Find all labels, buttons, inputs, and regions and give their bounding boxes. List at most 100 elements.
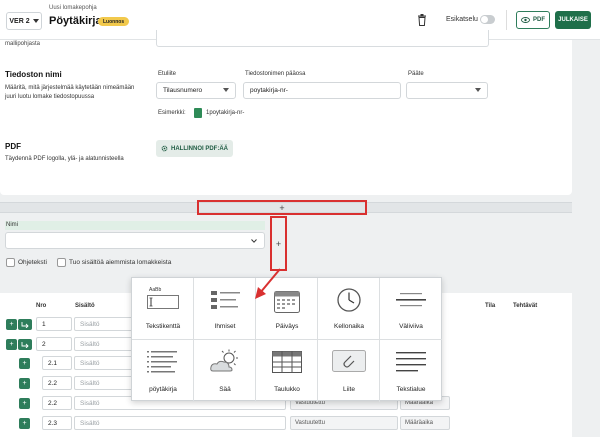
chevron-down-icon [32, 19, 39, 23]
field-type-text-field[interactable]: AaBb Tekstikenttä [132, 278, 194, 340]
field-type-label: Liite [343, 386, 355, 393]
field-type-label: Tekstikenttä [145, 323, 181, 330]
add-row-button[interactable]: + [19, 378, 30, 389]
field-type-label: Tekstialue [396, 386, 426, 393]
import-content-label: Tuo sisältöä aiemmista lomakkeista [69, 259, 172, 266]
chevron-down-icon [475, 88, 481, 92]
table-icon [272, 351, 302, 373]
field-type-minutes[interactable]: pöytäkirja [132, 340, 194, 402]
settings-card [0, 40, 572, 195]
prefix-label: Etuliite [158, 71, 177, 77]
main-part-label: Tiedostonimen pääosa [245, 71, 306, 77]
table-row-nro[interactable]: 1 [36, 317, 72, 331]
main-part-input[interactable]: poytakirja-nr- [243, 82, 401, 99]
table-row-responsible[interactable]: Vastuutettu [290, 416, 398, 430]
text-field-icon [147, 295, 179, 309]
table-row-nro[interactable]: 2 [36, 337, 72, 351]
preview-toggle[interactable] [480, 15, 495, 24]
file-icon [194, 108, 202, 118]
main-part-value: poytakirja-nr- [250, 87, 288, 94]
column-header-tasks: Tehtävät [513, 303, 538, 309]
indent-row-button[interactable] [18, 339, 32, 350]
manage-pdf-button[interactable]: HALLINNOI PDF:ÄÄ [156, 140, 233, 157]
field-type-label: Kellonaika [334, 323, 364, 330]
version-label: VER 2 [9, 17, 30, 25]
field-type-people[interactable]: Ihmiset [194, 278, 256, 340]
table-row-content[interactable]: Sisältö [74, 416, 286, 430]
filename-section-description: Määritä, mitä järjestelmää käytetään nim… [5, 85, 135, 100]
help-text-checkbox[interactable] [6, 258, 15, 267]
table-row-nro[interactable]: 2.1 [42, 356, 72, 370]
table-row-nro[interactable]: 2.2 [42, 376, 72, 390]
table-row-nro[interactable]: 2.3 [42, 416, 72, 430]
trash-icon[interactable] [417, 14, 427, 26]
add-field-button[interactable]: + [270, 216, 287, 271]
add-row-button[interactable]: + [19, 398, 30, 409]
field-type-text-area[interactable]: Tekstialue [380, 340, 442, 402]
people-icon [211, 291, 240, 309]
status-badge: Luonnos [98, 17, 130, 26]
arrow-icon [255, 268, 281, 299]
field-type-label: Ihmiset [214, 323, 236, 330]
field-type-divider[interactable]: Väliviiva [380, 278, 442, 340]
indent-arrow-icon [21, 341, 29, 348]
weather-icon [210, 349, 238, 372]
chevron-down-icon [251, 239, 257, 243]
field-type-label: Päiväys [275, 323, 299, 330]
plus-icon: + [279, 202, 285, 213]
filename-section-title: Tiedoston nimi [5, 70, 62, 79]
import-content-checkbox[interactable] [57, 258, 66, 267]
manage-pdf-label: HALLINNOI PDF:ÄÄ [171, 145, 228, 152]
column-header-nro: Nro [36, 303, 47, 309]
pdf-button-label: PDF [533, 17, 545, 23]
field-type-label: Taulukko [274, 386, 300, 393]
chevron-down-icon [223, 88, 229, 92]
add-section-button[interactable]: + [197, 200, 367, 215]
column-header-status: Tila [485, 303, 496, 309]
add-row-button[interactable]: + [6, 319, 17, 330]
suffix-select[interactable] [406, 82, 488, 99]
example-value: 1poytakirja-nr- [206, 110, 245, 116]
prefix-value: Tilausnumero [163, 87, 203, 94]
previous-field-input[interactable] [156, 30, 489, 47]
field-type-weather[interactable]: Sää [194, 340, 256, 402]
table-row-deadline[interactable]: Määräaika [400, 416, 450, 430]
page-title: Pöytäkirja [49, 15, 102, 27]
add-row-button[interactable]: + [19, 358, 30, 369]
column-header-content: Sisältö [75, 303, 95, 309]
version-dropdown[interactable]: VER 2 [6, 12, 42, 30]
indent-arrow-icon [21, 321, 29, 328]
table-row-nro[interactable]: 2.2 [42, 396, 72, 410]
name-label: Nimi [5, 221, 265, 230]
add-row-button[interactable]: + [6, 339, 17, 350]
pdf-section-description: Täydennä PDF logolla, ylä- ja alatunnist… [5, 156, 124, 162]
gear-icon [161, 145, 168, 152]
preview-label: Esikatselu [446, 16, 478, 23]
indent-row-button[interactable] [18, 319, 32, 330]
field-type-label: Sää [219, 386, 231, 393]
text-field-sample: AaBb [149, 287, 162, 293]
eye-icon [521, 17, 530, 23]
cut-description: mallipohjasta [5, 41, 41, 47]
divider-icon [396, 293, 426, 307]
header-divider [506, 10, 507, 30]
text-area-icon [396, 352, 426, 372]
name-select[interactable] [5, 232, 265, 249]
field-type-label: pöytäkirja [149, 386, 177, 393]
field-type-label: Väliviiva [399, 323, 423, 330]
publish-button[interactable]: JULKAISE [555, 11, 591, 29]
attachment-icon [332, 350, 366, 372]
plus-icon: + [275, 238, 282, 249]
field-type-time[interactable]: Kellonaika [318, 278, 380, 340]
field-type-attachment[interactable]: Liite [318, 340, 380, 402]
pdf-button[interactable]: PDF [516, 11, 550, 29]
minutes-list-icon [147, 351, 177, 373]
clock-icon [337, 288, 361, 312]
example-label: Esimerkki: [158, 110, 186, 116]
suffix-label: Pääte [408, 71, 424, 77]
field-type-table[interactable]: Taulukko [256, 340, 318, 402]
pdf-section-title: PDF [5, 142, 21, 151]
template-name: Uusi lomakepohja [49, 5, 97, 11]
prefix-select[interactable]: Tilausnumero [156, 82, 236, 99]
add-row-button[interactable]: + [19, 418, 30, 429]
